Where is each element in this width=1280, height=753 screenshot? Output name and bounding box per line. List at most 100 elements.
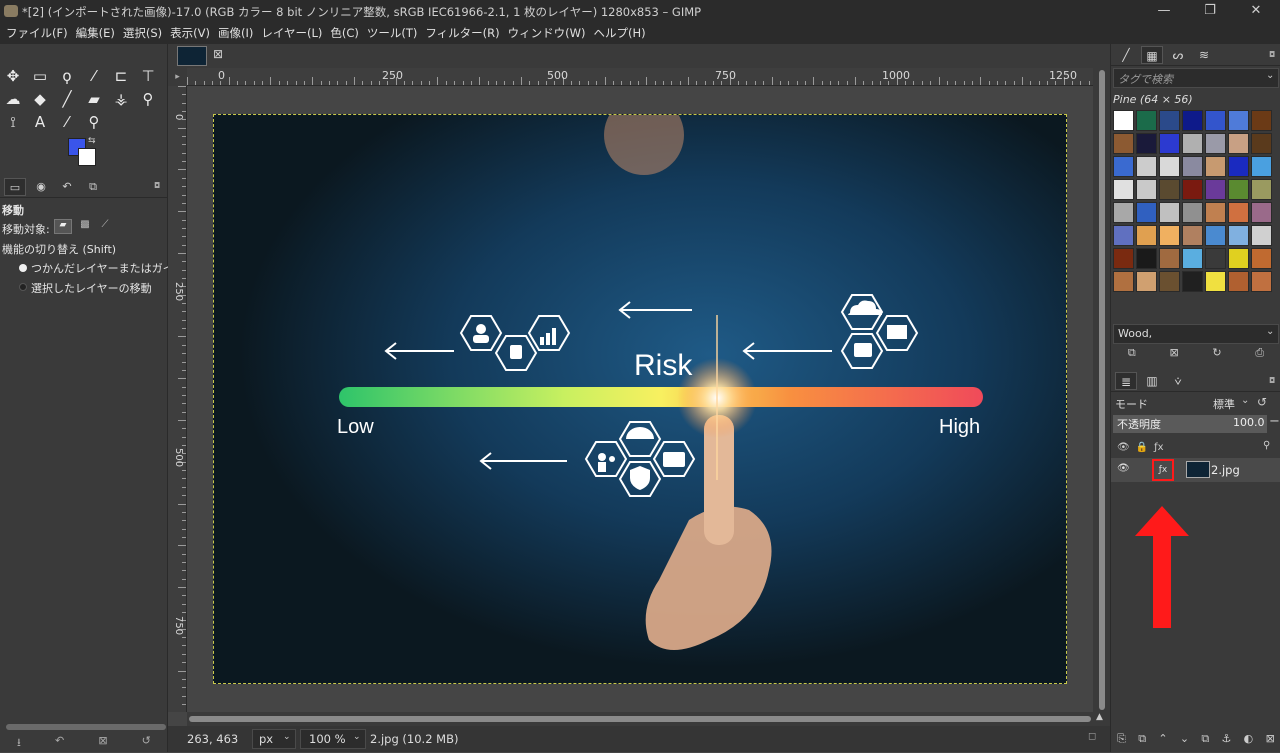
pattern-swatch[interactable] (1205, 225, 1226, 246)
color-picker-icon[interactable]: ⁄ (57, 112, 77, 132)
pattern-swatch[interactable] (1205, 179, 1226, 200)
raise-layer-icon[interactable]: ⌃ (1158, 732, 1167, 752)
lock-header-icon[interactable]: 🔒 (1136, 442, 1148, 453)
pattern-swatch[interactable] (1251, 156, 1272, 177)
radio-move-active[interactable] (19, 283, 27, 291)
pattern-swatch[interactable] (1159, 225, 1180, 246)
panel-menu-icon[interactable]: ◘ (154, 181, 160, 190)
duplicate-pattern-icon[interactable]: ⧉ (1128, 346, 1136, 364)
minus-icon[interactable]: − (1269, 414, 1280, 429)
opacity-slider[interactable]: 不透明度 100.0 (1113, 415, 1267, 433)
minimize-button[interactable]: — (1156, 3, 1172, 19)
reset-mode-icon[interactable]: ↺ (1257, 395, 1267, 409)
pattern-swatch[interactable] (1159, 179, 1180, 200)
search-icon[interactable]: ⚲ (1263, 440, 1270, 451)
selected-pattern-field[interactable]: Wood, ⌄ (1113, 324, 1279, 344)
pattern-swatch[interactable] (1228, 271, 1249, 292)
menu-file[interactable]: ファイル(F) (2, 25, 72, 41)
pattern-swatch[interactable] (1159, 156, 1180, 177)
menu-colors[interactable]: 色(C) (326, 25, 363, 41)
pattern-swatch[interactable] (1228, 202, 1249, 223)
undo-history-tab-icon[interactable]: ↶ (56, 178, 78, 196)
pattern-swatch[interactable] (1182, 133, 1203, 154)
close-tab-icon[interactable]: ⊠ (213, 47, 223, 61)
layer-visibility-icon[interactable]: 👁 (1117, 463, 1130, 474)
move-icon[interactable]: ✥ (3, 66, 23, 86)
pattern-swatch[interactable] (1228, 110, 1249, 131)
pattern-swatch[interactable] (1136, 225, 1157, 246)
lower-layer-icon[interactable]: ⌄ (1180, 732, 1189, 752)
vertical-scrollbar[interactable]: ▲ (1093, 68, 1110, 726)
fx-header-icon[interactable]: ƒx (1154, 442, 1163, 453)
radio-pick-layer[interactable] (19, 264, 27, 272)
pattern-swatch[interactable] (1182, 179, 1203, 200)
rect-select-icon[interactable]: ▭ (30, 66, 50, 86)
swap-colors-icon[interactable]: ⇆ (88, 136, 96, 146)
dock-corner-icon[interactable]: ◻ (1088, 731, 1096, 742)
anchor-layer-icon[interactable]: ⚓ (1222, 732, 1232, 752)
pattern-swatch[interactable] (1182, 225, 1203, 246)
move-selection-icon[interactable]: ▩ (76, 219, 94, 234)
pattern-swatch[interactable] (1182, 110, 1203, 131)
menu-view[interactable]: 表示(V) (166, 25, 214, 41)
delete-layer-icon[interactable]: ⊠ (1266, 732, 1275, 752)
pattern-swatch[interactable] (1136, 202, 1157, 223)
menu-select[interactable]: 選択(S) (119, 25, 166, 41)
lasso-icon[interactable]: ϙ (57, 66, 77, 86)
pattern-swatch[interactable] (1136, 156, 1157, 177)
fuzzy-select-icon[interactable]: ⁄ (84, 66, 104, 86)
pattern-swatch[interactable] (1113, 110, 1134, 131)
mode-select[interactable]: 標準 (1213, 396, 1235, 412)
save-options-icon[interactable]: ⭳ (17, 734, 21, 752)
pattern-swatch[interactable] (1205, 202, 1226, 223)
unit-select[interactable]: px ⌄ (252, 729, 296, 749)
horizontal-scrollbar[interactable] (187, 712, 1093, 726)
paths-tab-icon[interactable]: ⩒ (1167, 372, 1189, 390)
menu-filters[interactable]: フィルター(R) (421, 25, 503, 41)
restore-options-icon[interactable]: ↶ (55, 734, 64, 752)
menu-image[interactable]: 画像(I) (214, 25, 257, 41)
pattern-swatch[interactable] (1113, 133, 1134, 154)
bucket-fill-icon[interactable]: ◆ (30, 89, 50, 109)
menu-windows[interactable]: ウィンドウ(W) (504, 25, 590, 41)
brushes-tab-icon[interactable]: ╱ (1115, 46, 1137, 64)
image-tab-thumbnail[interactable] (177, 46, 207, 66)
warp-icon[interactable]: ☁ (3, 89, 23, 109)
paintbrush-icon[interactable]: ╱ (57, 89, 77, 109)
duplicate-layer-icon[interactable]: ⧉ (1201, 732, 1209, 752)
pattern-swatch[interactable] (1113, 271, 1134, 292)
crop-icon[interactable]: ⊏ (111, 66, 131, 86)
pattern-swatch[interactable] (1159, 271, 1180, 292)
pattern-swatch[interactable] (1136, 248, 1157, 269)
pattern-swatch[interactable] (1205, 133, 1226, 154)
channels-tab-icon[interactable]: ▥ (1141, 372, 1163, 390)
pattern-swatch[interactable] (1205, 156, 1226, 177)
pattern-swatch[interactable] (1136, 271, 1157, 292)
visibility-header-icon[interactable]: 👁 (1117, 442, 1130, 453)
pattern-swatch[interactable] (1251, 133, 1272, 154)
panel-menu-icon[interactable]: ◘ (1269, 50, 1275, 59)
image-canvas[interactable]: Risk Low High (213, 114, 1067, 684)
paths-icon[interactable]: ⟟ (3, 112, 23, 132)
patterns-tab-icon[interactable]: ▦ (1141, 45, 1163, 64)
pattern-swatch[interactable] (1182, 156, 1203, 177)
pattern-swatch[interactable] (1182, 248, 1203, 269)
menu-layer[interactable]: レイヤー(L) (257, 25, 326, 41)
tag-search-input[interactable]: タグで検索 (1118, 71, 1173, 87)
v-scroll-thumb[interactable] (1099, 70, 1105, 710)
pattern-swatch[interactable] (1159, 202, 1180, 223)
pattern-swatch[interactable] (1182, 271, 1203, 292)
reset-options-icon[interactable]: ↺ (142, 734, 151, 752)
pattern-swatch[interactable] (1182, 202, 1203, 223)
pattern-swatch[interactable] (1113, 225, 1134, 246)
refresh-patterns-icon[interactable]: ↻ (1212, 346, 1221, 364)
menu-edit[interactable]: 編集(E) (72, 25, 119, 41)
pattern-swatch[interactable] (1205, 110, 1226, 131)
pattern-swatch[interactable] (1205, 271, 1226, 292)
delete-options-icon[interactable]: ⊠ (98, 734, 107, 752)
pattern-swatch[interactable] (1113, 248, 1134, 269)
close-button[interactable]: ✕ (1248, 3, 1264, 19)
pattern-swatch[interactable] (1113, 179, 1134, 200)
pattern-swatch[interactable] (1136, 179, 1157, 200)
pattern-swatch[interactable] (1251, 248, 1272, 269)
